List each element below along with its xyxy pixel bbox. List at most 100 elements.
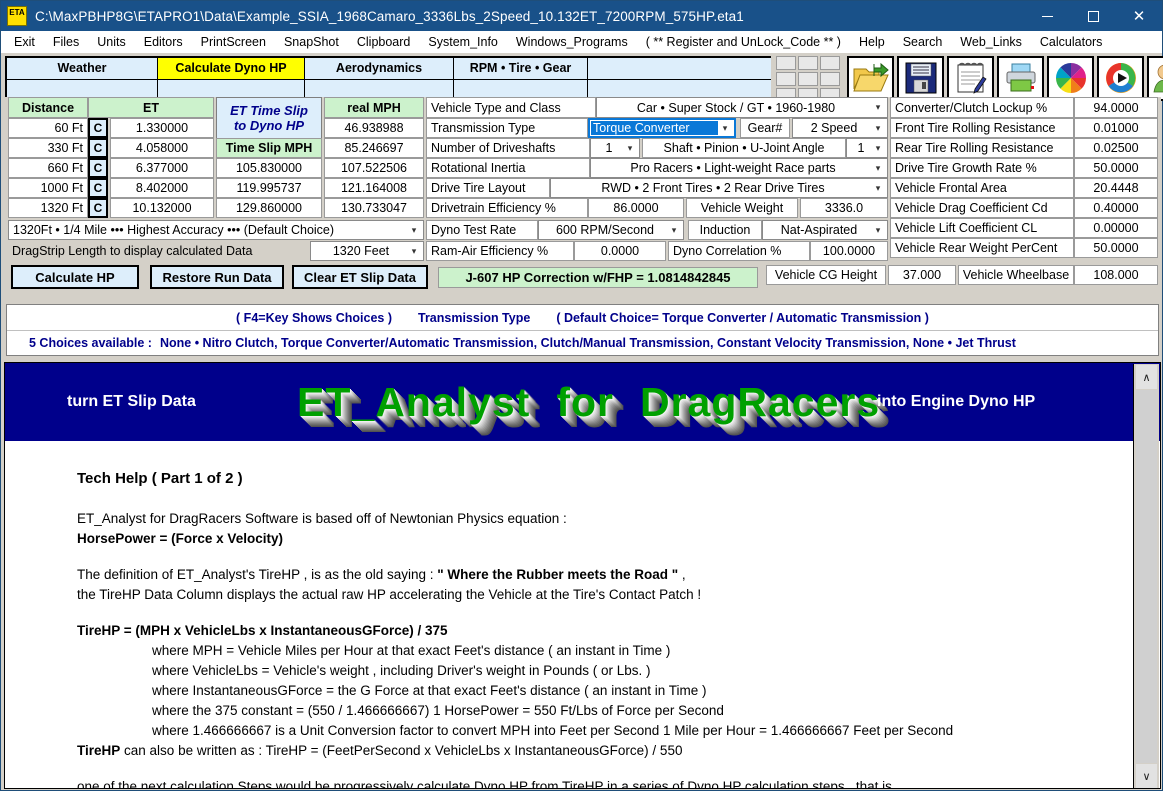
mini-button-6[interactable] [820, 71, 840, 86]
row-slip-mph-4[interactable]: 129.860000 [216, 198, 322, 218]
menu-item-files[interactable]: Files [44, 33, 88, 51]
dyno-correlation-label: Dyno Correlation % [668, 241, 810, 261]
help-where-line-1: where VehicleLbs = Vehicle's weight , in… [152, 663, 651, 678]
vehicle-weight-input[interactable]: 3336.0 [800, 198, 888, 218]
tab-row2-cell-5[interactable] [588, 79, 771, 99]
close-button[interactable]: ✕ [1116, 1, 1162, 31]
tire-growth-rate-label: Drive Tire Growth Rate % [890, 158, 1074, 178]
mini-button-4[interactable] [776, 71, 796, 86]
app-icon: ETA [7, 6, 27, 26]
menu-item-editors[interactable]: Editors [135, 33, 192, 51]
menu-item-snapshot[interactable]: SnapShot [275, 33, 348, 51]
tire-growth-rate-input[interactable]: 50.0000 [1074, 158, 1158, 178]
menu-item-units[interactable]: Units [88, 33, 134, 51]
f4-hint-text: ( F4=Key Shows Choices ) [236, 310, 392, 325]
row-real-mph-3: 121.164008 [324, 178, 424, 198]
tab-row2-cell-1[interactable] [7, 79, 157, 99]
menu-item-system-info[interactable]: System_Info [419, 33, 506, 51]
drive-tire-layout-select[interactable]: RWD • 2 Front Tires • 2 Rear Drive Tires… [550, 178, 888, 198]
tab-row2-cell-3[interactable] [305, 79, 453, 99]
induction-value: Nat-Aspirated [780, 223, 858, 237]
menu-item-printscreen[interactable]: PrintScreen [192, 33, 275, 51]
row-slip-mph-2[interactable]: 105.830000 [216, 158, 322, 178]
row-et-1[interactable]: 4.058000 [110, 138, 214, 158]
notepad-pen-button[interactable] [947, 55, 994, 101]
tab-rpm-tire-gear[interactable]: RPM • Tire • Gear [454, 57, 587, 79]
rear-weight-percent-input[interactable]: 50.0000 [1074, 238, 1158, 258]
calculate-hp-button[interactable]: Calculate HP [11, 265, 139, 289]
rear-tire-rolling-input[interactable]: 0.02500 [1074, 138, 1158, 158]
gear-number-select[interactable]: 2 Speed ▾ [792, 118, 888, 138]
save-disk-button[interactable] [897, 55, 944, 101]
scroll-down-button[interactable]: ∨ [1136, 764, 1157, 788]
open-folder-button[interactable] [847, 55, 894, 101]
frontal-area-input[interactable]: 20.4448 [1074, 178, 1158, 198]
menu-item-clipboard[interactable]: Clipboard [348, 33, 420, 51]
chevron-down-icon: ▾ [875, 122, 881, 133]
tab-row2-cell-2[interactable] [158, 79, 304, 99]
driveshafts-select[interactable]: 1 ▾ [590, 138, 640, 158]
maximize-button[interactable] [1070, 1, 1116, 31]
row-et-2[interactable]: 6.377000 [110, 158, 214, 178]
tab-row2-cell-4[interactable] [454, 79, 587, 99]
scrollbar-track[interactable] [1136, 390, 1157, 763]
menu-item-register-unlock[interactable]: ( ** Register and UnLock_Code ** ) [637, 33, 850, 51]
dyno-correlation-input[interactable]: 100.0000 [810, 241, 888, 261]
choices-hint-row: ( F4=Key Shows Choices ) Transmission Ty… [7, 305, 1158, 331]
help-tirehp-equation: TireHP = (MPH x VehicleLbs x Instantaneo… [77, 623, 448, 638]
c-button-1[interactable]: C [88, 138, 108, 158]
converter-lockup-input[interactable]: 94.0000 [1074, 97, 1158, 118]
tab-weather[interactable]: Weather [7, 57, 157, 79]
menu-item-exit[interactable]: Exit [5, 33, 44, 51]
mini-button-2[interactable] [798, 55, 818, 70]
restore-run-data-button[interactable]: Restore Run Data [150, 265, 284, 289]
clear-et-slip-data-button[interactable]: Clear ET Slip Data [292, 265, 428, 289]
tab-blank[interactable] [588, 57, 771, 79]
scroll-up-button[interactable]: ∧ [1136, 365, 1157, 389]
induction-select[interactable]: Nat-Aspirated ▾ [762, 220, 888, 240]
vehicle-wheelbase-input[interactable]: 108.000 [1074, 265, 1158, 285]
row-et-3[interactable]: 8.402000 [110, 178, 214, 198]
dragstrip-length-select[interactable]: 1320 Feet ▾ [310, 241, 424, 261]
c-button-4[interactable]: C [88, 198, 108, 218]
dyno-test-rate-select[interactable]: 600 RPM/Second ▾ [538, 220, 684, 240]
tab-aerodynamics[interactable]: Aerodynamics [305, 57, 453, 79]
vertical-scrollbar[interactable]: ∧ ∨ [1133, 364, 1159, 788]
menu-item-calculators[interactable]: Calculators [1031, 33, 1112, 51]
vehicle-weight-label: Vehicle Weight [686, 198, 798, 218]
menu-item-windows-programs[interactable]: Windows_Programs [507, 33, 637, 51]
ram-air-efficiency-label: Ram-Air Efficiency % [426, 241, 574, 261]
menu-item-web-links[interactable]: Web_Links [951, 33, 1031, 51]
shaft-angle-select[interactable]: 1 ▾ [846, 138, 888, 158]
mini-button-5[interactable] [798, 71, 818, 86]
rotational-inertia-select[interactable]: Pro Racers • Light-weight Race parts ▾ [590, 158, 888, 178]
front-tire-rolling-input[interactable]: 0.01000 [1074, 118, 1158, 138]
play-media-button[interactable] [1097, 55, 1144, 101]
lift-coefficient-input[interactable]: 0.00000 [1074, 218, 1158, 238]
row-slip-mph-3[interactable]: 119.995737 [216, 178, 322, 198]
ram-air-efficiency-input[interactable]: 0.0000 [574, 241, 666, 261]
tab-calculate-dyno-hp[interactable]: Calculate Dyno HP [158, 57, 304, 79]
row-distance-3: 1000 Ft [8, 178, 88, 198]
mini-button-1[interactable] [776, 55, 796, 70]
mini-button-grid [776, 55, 840, 102]
menu-item-search[interactable]: Search [894, 33, 952, 51]
transmission-type-select[interactable]: Torque Converter ▾ [588, 118, 736, 138]
drivetrain-efficiency-input[interactable]: 86.0000 [588, 198, 684, 218]
menu-item-help[interactable]: Help [850, 33, 894, 51]
c-button-2[interactable]: C [88, 158, 108, 178]
rotational-inertia-label: Rotational Inertia [426, 158, 590, 178]
vehicle-type-select[interactable]: Car • Super Stock / GT • 1960-1980 ▾ [596, 97, 888, 118]
drag-coefficient-input[interactable]: 0.40000 [1074, 198, 1158, 218]
vehicle-cg-height-input[interactable]: 37.000 [888, 265, 956, 285]
color-wheel-button[interactable] [1047, 55, 1094, 101]
row-et-0[interactable]: 1.330000 [110, 118, 214, 138]
users-button[interactable] [1147, 55, 1163, 101]
c-button-3[interactable]: C [88, 178, 108, 198]
mini-button-3[interactable] [820, 55, 840, 70]
track-length-select[interactable]: 1320Ft • 1/4 Mile ••• Highest Accuracy •… [8, 220, 424, 240]
printer-button[interactable] [997, 55, 1044, 101]
minimize-button[interactable] [1024, 1, 1070, 31]
row-et-4[interactable]: 10.132000 [110, 198, 214, 218]
c-button-0[interactable]: C [88, 118, 108, 138]
